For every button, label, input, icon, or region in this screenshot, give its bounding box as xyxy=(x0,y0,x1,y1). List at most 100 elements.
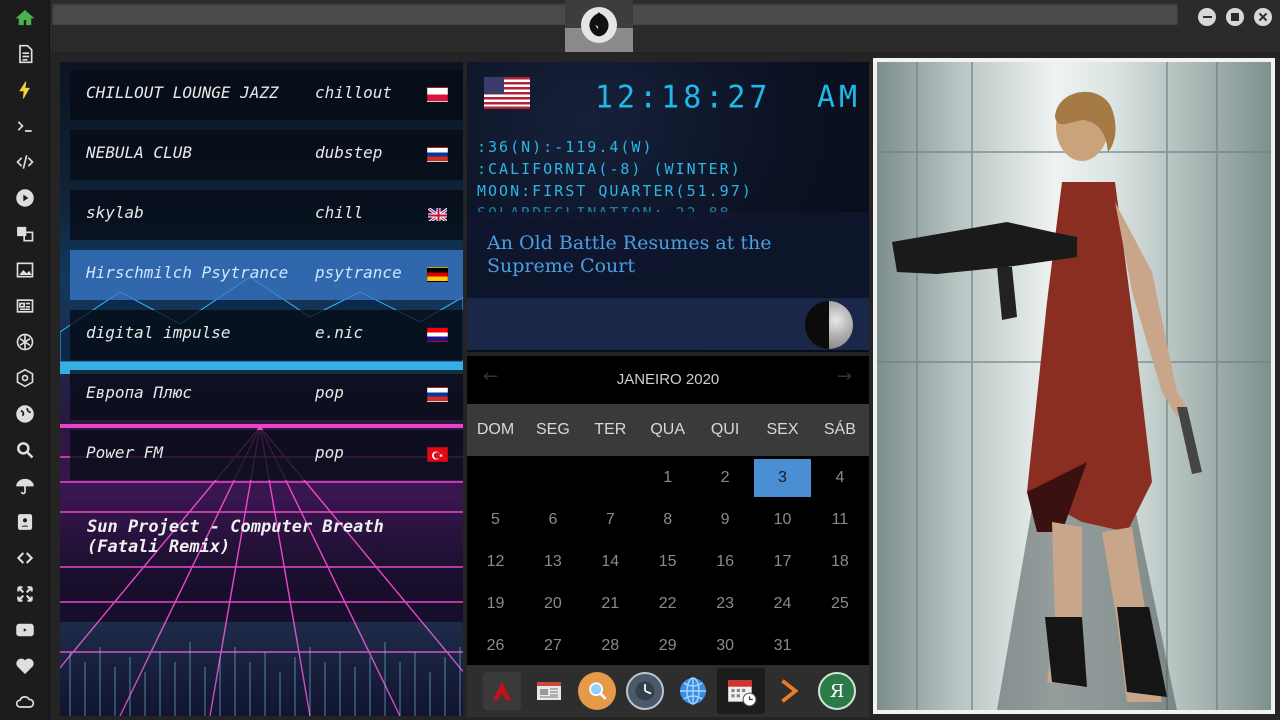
expand-icon[interactable] xyxy=(13,582,37,606)
calendar-day[interactable]: 13 xyxy=(524,543,581,581)
calendar-day[interactable]: 15 xyxy=(639,543,696,581)
calendar-day[interactable]: 5 xyxy=(467,501,524,539)
calendar-day[interactable]: 26 xyxy=(467,627,524,665)
arrow-app-icon[interactable] xyxy=(770,672,808,710)
rebel-alliance-logo-icon[interactable] xyxy=(581,7,617,43)
calendar-day[interactable]: 11 xyxy=(811,501,868,539)
news-box[interactable]: An Old Battle Resumes at the Supreme Cou… xyxy=(467,212,869,298)
station-row[interactable]: Европа Плюс pop xyxy=(70,370,463,420)
station-row[interactable]: Power FM pop xyxy=(70,430,463,480)
calendar-day[interactable]: 2 xyxy=(697,459,754,497)
weekday-label: SEG xyxy=(535,421,570,438)
search-icon[interactable] xyxy=(13,438,37,462)
youtube-icon[interactable] xyxy=(13,618,37,642)
calendar-day[interactable]: 7 xyxy=(582,501,639,539)
calendar-day[interactable]: 16 xyxy=(697,543,754,581)
search-app-icon[interactable] xyxy=(578,672,616,710)
empire-icon[interactable] xyxy=(13,366,37,390)
calendar-day[interactable]: 28 xyxy=(582,627,639,665)
next-month-icon[interactable]: → xyxy=(837,366,852,387)
cloud-icon[interactable] xyxy=(13,690,37,714)
top-bar xyxy=(50,0,1280,30)
region-text: :CALIFORNIA(-8) (WINTER) xyxy=(477,160,742,178)
news-reader-icon[interactable] xyxy=(530,672,568,710)
wallpaper-photo xyxy=(877,62,1271,710)
weekday-label: DOM xyxy=(476,421,515,438)
left-icon-rail xyxy=(0,0,50,720)
calendar-day[interactable]: 30 xyxy=(697,627,754,665)
contact-icon[interactable] xyxy=(13,510,37,534)
russia-flag-icon xyxy=(427,387,448,402)
umbrella-icon[interactable] xyxy=(13,474,37,498)
station-row[interactable]: CHILLOUT LOUNGE JAZZ chillout xyxy=(70,70,463,120)
turkey-flag-icon xyxy=(427,447,448,462)
calendar-day[interactable]: 17 xyxy=(754,543,811,581)
calendar-day[interactable]: 18 xyxy=(811,543,868,581)
close-button[interactable] xyxy=(1254,8,1272,26)
calendar-day[interactable]: 4 xyxy=(811,459,868,497)
arch-icon[interactable] xyxy=(483,672,521,710)
calendar-day[interactable]: 20 xyxy=(524,585,581,623)
link-icon[interactable] xyxy=(13,546,37,570)
news-icon[interactable] xyxy=(13,294,37,318)
station-name: skylab xyxy=(86,203,144,222)
station-name: Европа Плюс xyxy=(86,383,192,402)
minimize-button[interactable] xyxy=(1198,8,1216,26)
poland-flag-icon xyxy=(427,87,448,102)
calendar-day[interactable]: 8 xyxy=(639,501,696,539)
calendar-widget: ← JANEIRO 2020 → DOM SEG TER QUA QUI SEX SÁB 1… xyxy=(467,356,869,666)
calendar-day[interactable]: 25 xyxy=(811,585,868,623)
browser-globe-icon[interactable] xyxy=(674,672,712,710)
document-icon[interactable] xyxy=(13,42,37,66)
calendar-day[interactable]: 21 xyxy=(582,585,639,623)
calendar-day[interactable]: 12 xyxy=(467,543,524,581)
weekday-label: QUI xyxy=(710,421,740,438)
calendar-day[interactable]: 9 xyxy=(697,501,754,539)
clock-app-icon[interactable] xyxy=(626,672,664,710)
station-row[interactable]: digital impulse e.nic xyxy=(70,310,463,360)
station-row[interactable]: NEBULA CLUB dubstep xyxy=(70,130,463,180)
calendar-day[interactable]: 1 xyxy=(639,459,696,497)
lightning-icon[interactable] xyxy=(13,78,37,102)
station-genre: chillout xyxy=(315,83,393,102)
weekday-label: SÁB xyxy=(823,421,856,438)
germany-flag-icon xyxy=(427,267,448,282)
heart-icon[interactable] xyxy=(13,654,37,678)
calendar-weekday-row: DOM SEG TER QUA QUI SEX SÁB xyxy=(467,404,869,456)
rebel-icon[interactable] xyxy=(13,330,37,354)
calendar-day[interactable]: 10 xyxy=(754,501,811,539)
play-icon[interactable] xyxy=(13,186,37,210)
station-genre: e.nic xyxy=(315,323,364,342)
yandex-icon[interactable]: Я xyxy=(818,672,856,710)
calendar-day[interactable]: 6 xyxy=(524,501,581,539)
calendar-day[interactable]: 14 xyxy=(582,543,639,581)
maximize-button[interactable] xyxy=(1226,8,1244,26)
calendar-day[interactable]: 24 xyxy=(754,585,811,623)
station-genre: dubstep xyxy=(315,143,383,162)
calendar-day[interactable]: 23 xyxy=(697,585,754,623)
station-genre: pop xyxy=(315,383,344,402)
station-row[interactable]: skylab chill xyxy=(70,190,463,240)
terminal-icon[interactable] xyxy=(13,114,37,138)
station-name: CHILLOUT LOUNGE JAZZ xyxy=(86,83,279,102)
globe-icon[interactable] xyxy=(13,402,37,426)
home-icon[interactable] xyxy=(13,6,37,30)
code-icon[interactable] xyxy=(13,150,37,174)
moon-icon xyxy=(805,301,853,349)
station-row-active[interactable]: Hirschmilch Psytrance psytrance xyxy=(70,250,463,300)
calendar-day[interactable]: 31 xyxy=(754,627,811,665)
calendar-day[interactable]: 29 xyxy=(639,627,696,665)
station-name: digital impulse xyxy=(86,323,231,342)
news-headline[interactable]: An Old Battle Resumes at the Supreme Cou… xyxy=(487,232,857,278)
calendar-app-icon[interactable] xyxy=(717,668,765,714)
translate-icon[interactable] xyxy=(13,222,37,246)
calendar-day-today[interactable]: 3 xyxy=(754,459,811,497)
weekday-label: SEX xyxy=(766,421,799,438)
calendar-day[interactable]: 27 xyxy=(524,627,581,665)
calendar-day[interactable]: 22 xyxy=(639,585,696,623)
now-playing-title: Sun Project - Computer Breath (Fatali Re… xyxy=(87,517,384,557)
station-genre: chill xyxy=(315,203,364,222)
radio-player-panel: CHILLOUT LOUNGE JAZZ chillout NEBULA CLU… xyxy=(60,62,463,716)
calendar-day[interactable]: 19 xyxy=(467,585,524,623)
image-icon[interactable] xyxy=(13,258,37,282)
